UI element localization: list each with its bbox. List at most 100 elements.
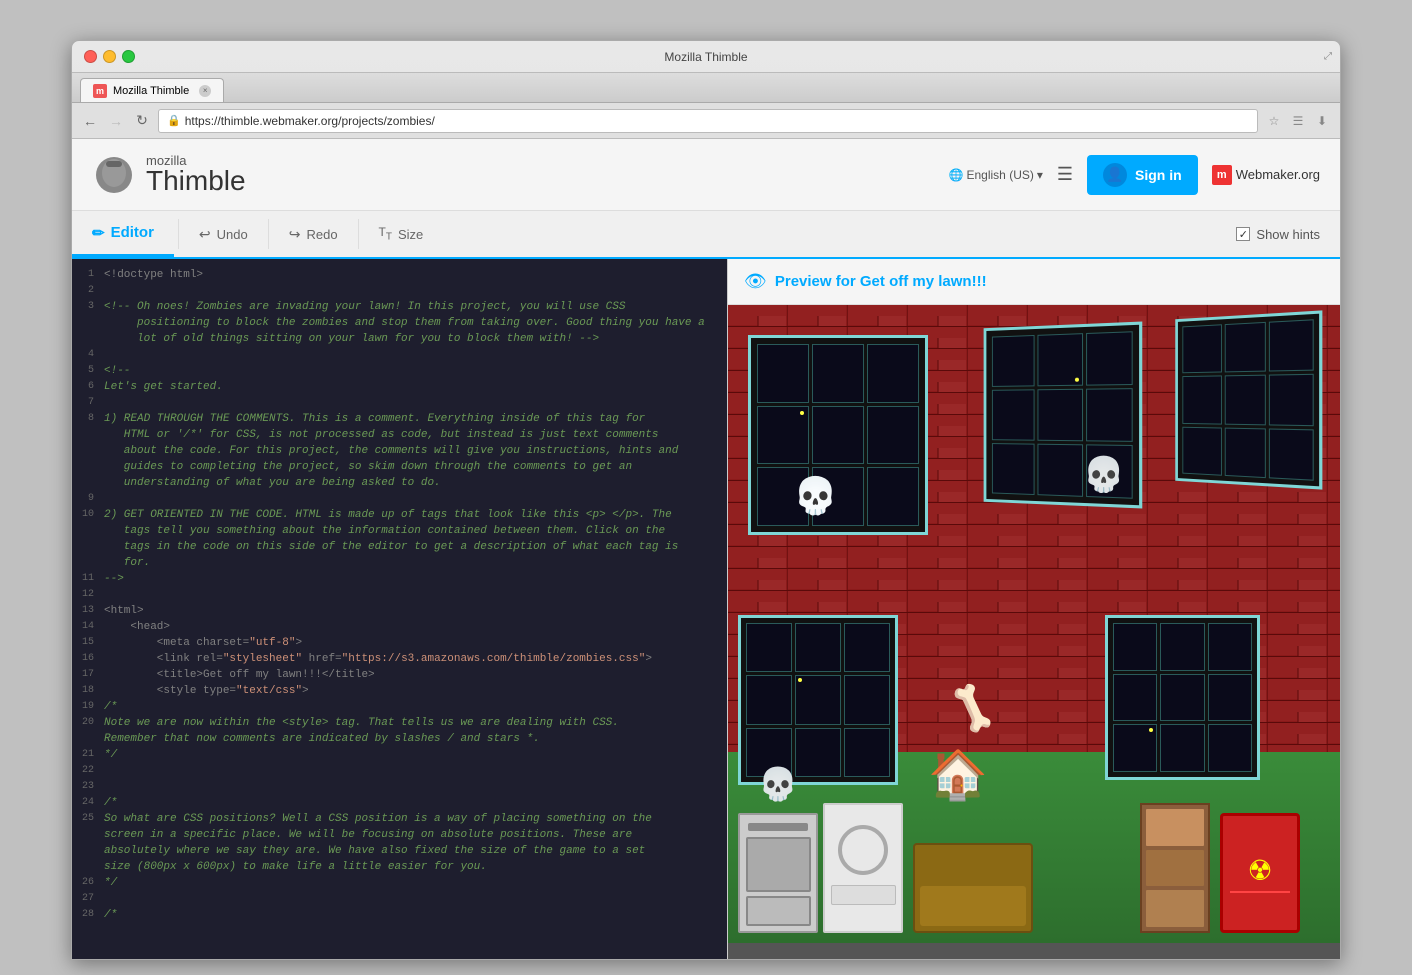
tab-close-button[interactable]: × <box>199 85 211 97</box>
redo-icon: ↪ <box>289 226 301 243</box>
user-avatar-icon: 👤 <box>1103 163 1127 187</box>
logo-text: mozilla Thimble <box>146 154 246 195</box>
lang-dropdown-icon: ▾ <box>1037 168 1043 182</box>
code-line: size (800px x 600px) to make life a litt… <box>72 859 727 875</box>
toolbar-divider-3 <box>358 219 359 249</box>
code-line: for. <box>72 555 727 571</box>
code-line: 23 <box>72 779 727 795</box>
refresh-button[interactable]: ↻ <box>132 111 152 131</box>
size-icon: TT <box>379 225 392 242</box>
hamburger-menu[interactable]: ☰ <box>1057 164 1073 185</box>
code-line: 18 <style type="text/css"> <box>72 683 727 699</box>
code-line: 8 1) READ THROUGH THE COMMENTS. This is … <box>72 411 727 427</box>
url-bar[interactable]: 🔒 https://thimble.webmaker.org/projects/… <box>158 109 1258 133</box>
tab-label: Mozilla Thimble <box>113 85 189 97</box>
zombie-window-5 <box>1105 615 1260 780</box>
zombie-window-1 <box>748 335 928 535</box>
language-selector[interactable]: 🌐 English (US) ▾ <box>949 168 1043 182</box>
show-hints-area[interactable]: ✓ Show hints <box>1236 227 1340 242</box>
code-line: 25 So what are CSS positions? Well a CSS… <box>72 811 727 827</box>
back-button[interactable]: ← <box>80 111 100 131</box>
zombie-face-3: 💀 <box>758 765 798 803</box>
editor-pencil-icon: ✏ <box>92 224 105 242</box>
game-scene: 💀 💀 <box>728 305 1340 943</box>
code-line: HTML or '/*' for CSS, is not processed a… <box>72 427 727 443</box>
code-line: 13 <html> <box>72 603 727 619</box>
undo-label: Undo <box>217 227 248 242</box>
logo-area: mozilla Thimble <box>92 153 246 197</box>
code-line: 28 /* <box>72 907 727 923</box>
code-line: screen in a specific place. We will be f… <box>72 827 727 843</box>
tab-bar: m Mozilla Thimble × <box>72 73 1340 103</box>
thimble-logo-icon <box>92 153 136 197</box>
preview-title: Preview for Get off my lawn!!! <box>775 273 987 290</box>
language-label: English (US) <box>967 168 1034 182</box>
sign-in-button[interactable]: 👤 Sign in <box>1087 155 1198 195</box>
preview-eye-icon: 👁 <box>744 271 767 292</box>
code-line: 17 <title>Get off my lawn!!!</title> <box>72 667 727 683</box>
undo-button[interactable]: ↩ Undo <box>183 211 264 257</box>
address-actions: ☆ ☰ ⬇ <box>1264 111 1332 131</box>
toolbar-divider-1 <box>178 219 179 249</box>
webmaker-icon: m <box>1212 165 1232 185</box>
code-line: Remember that now comments are indicated… <box>72 731 727 747</box>
appliance-1 <box>738 813 818 933</box>
browser-tab[interactable]: m Mozilla Thimble × <box>80 78 224 102</box>
code-line: tags tell you something about the inform… <box>72 523 727 539</box>
code-line: 3 <!-- Oh noes! Zombies are invading you… <box>72 299 727 315</box>
editor-toolbar: ✏ Editor ↩ Undo ↪ Redo TT Size ✓ Show hi… <box>72 211 1340 259</box>
redo-label: Redo <box>306 227 337 242</box>
show-hints-checkbox[interactable]: ✓ <box>1236 227 1250 241</box>
tab-favicon: m <box>93 84 107 98</box>
show-hints-label: Show hints <box>1256 227 1320 242</box>
url-text: https://thimble.webmaker.org/projects/zo… <box>185 114 435 128</box>
code-line: 4 <box>72 347 727 363</box>
code-line: 9 <box>72 491 727 507</box>
size-label: Size <box>398 227 423 242</box>
traffic-lights[interactable] <box>84 50 135 63</box>
editor-tab-label: Editor <box>111 224 154 241</box>
preview-header: 👁 Preview for Get off my lawn!!! <box>728 259 1340 305</box>
download-icon[interactable]: ⬇ <box>1312 111 1332 131</box>
minimize-button[interactable] <box>103 50 116 63</box>
preview-bottom-bar <box>728 943 1340 959</box>
main-area: 1 <!doctype html> 2 3 <!-- Oh noes! Zomb… <box>72 259 1340 959</box>
code-line: understanding of what you are being aske… <box>72 475 727 491</box>
appliance-2 <box>823 803 903 933</box>
browser-menu-icon[interactable]: ☰ <box>1288 111 1308 131</box>
size-button[interactable]: TT Size <box>363 211 440 257</box>
zombie-face-2: 💀 <box>1083 455 1125 495</box>
code-editor[interactable]: 1 <!doctype html> 2 3 <!-- Oh noes! Zomb… <box>72 259 727 959</box>
code-line: 26 */ <box>72 875 727 891</box>
redo-button[interactable]: ↪ Redo <box>273 211 354 257</box>
webmaker-link[interactable]: m Webmaker.org <box>1212 165 1320 185</box>
header-right: 🌐 English (US) ▾ ☰ 👤 Sign in m Webmaker.… <box>949 155 1320 195</box>
code-line: 19 /* <box>72 699 727 715</box>
app-header: mozilla Thimble 🌐 English (US) ▾ ☰ 👤 Sig… <box>72 139 1340 211</box>
title-bar: Mozilla Thimble ⤢ <box>72 41 1340 73</box>
code-line: 16 <link rel="stylesheet" href="https://… <box>72 651 727 667</box>
code-line: lot of old things sitting on your lawn f… <box>72 331 727 347</box>
webmaker-label: Webmaker.org <box>1236 167 1320 182</box>
zombie-window-3 <box>1175 310 1322 489</box>
code-line: 11 --> <box>72 571 727 587</box>
code-line: 27 <box>72 891 727 907</box>
code-line: 14 <head> <box>72 619 727 635</box>
bookshelf <box>1140 803 1210 933</box>
editor-tab[interactable]: ✏ Editor <box>72 211 174 257</box>
forward-button[interactable]: → <box>106 111 126 131</box>
house-icon: 🏠 <box>928 746 988 803</box>
code-line: 12 <box>72 587 727 603</box>
bookmark-icon[interactable]: ☆ <box>1264 111 1284 131</box>
preview-panel: 👁 Preview for Get off my lawn!!! <box>727 259 1340 959</box>
furniture-couch <box>913 843 1033 933</box>
code-line: 7 <box>72 395 727 411</box>
zombie-window-4 <box>738 615 898 785</box>
code-line: 10 2) GET ORIENTED IN THE CODE. HTML is … <box>72 507 727 523</box>
zombie-face-1: 💀 <box>793 475 838 517</box>
maximize-button[interactable] <box>122 50 135 63</box>
resize-icon[interactable]: ⤢ <box>1324 51 1332 62</box>
close-button[interactable] <box>84 50 97 63</box>
code-line: 15 <meta charset="utf-8"> <box>72 635 727 651</box>
code-line: absolutely where we say they are. We hav… <box>72 843 727 859</box>
